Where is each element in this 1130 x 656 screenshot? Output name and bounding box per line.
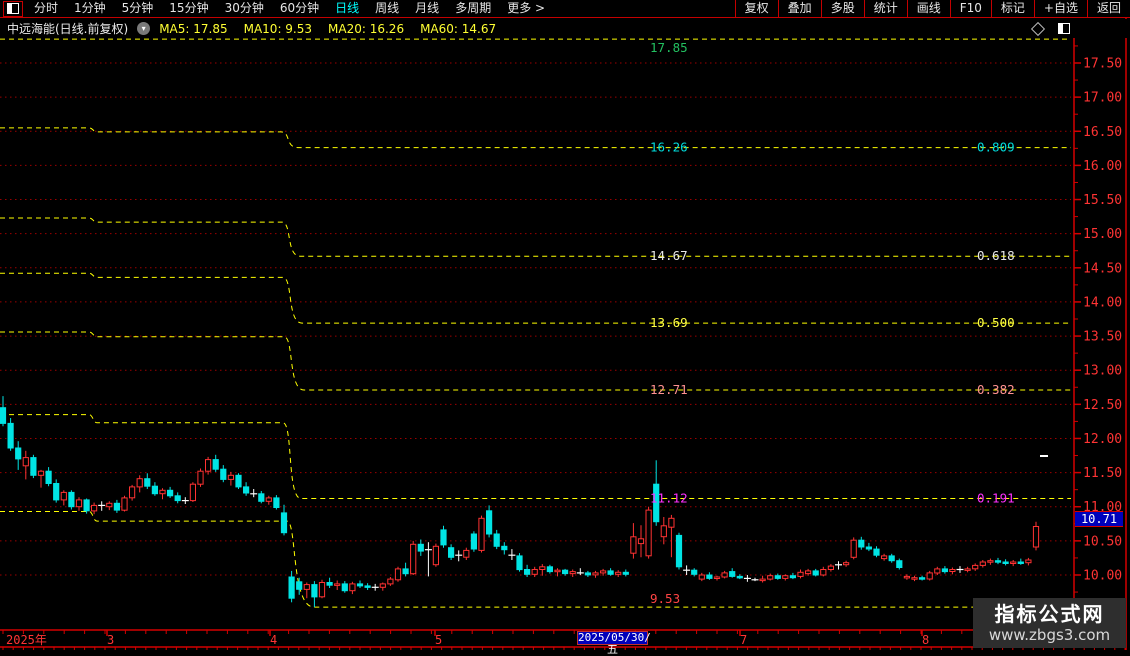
watermark: 指标公式网 www.zbgs3.com (973, 598, 1126, 648)
svg-text:16.50: 16.50 (1083, 125, 1122, 140)
window-layout-button[interactable] (3, 0, 23, 17)
svg-text:12.50: 12.50 (1083, 398, 1122, 413)
svg-text:17.00: 17.00 (1083, 91, 1122, 106)
x-axis-label: 2025年 (6, 633, 47, 647)
tools-menu-item[interactable]: 返回 (1086, 0, 1130, 18)
svg-text:9.53: 9.53 (650, 591, 680, 606)
svg-text:13.00: 13.00 (1083, 364, 1122, 379)
info-bar-icons (1030, 21, 1070, 36)
svg-text:0.809: 0.809 (977, 140, 1015, 155)
svg-text:17.50: 17.50 (1083, 57, 1122, 72)
tools-menu-item[interactable]: 标记 (990, 0, 1034, 18)
ma-value: MA10: 9.53 (243, 21, 313, 36)
period-menu-item[interactable]: 更多 > (499, 0, 553, 17)
svg-text:13.50: 13.50 (1083, 330, 1122, 345)
tools-menu-item[interactable]: F10 (949, 0, 991, 18)
svg-text:16.00: 16.00 (1083, 159, 1122, 174)
svg-text:12.71: 12.71 (650, 382, 688, 397)
svg-text:0.500: 0.500 (977, 315, 1015, 330)
period-menu-item[interactable]: 15分钟 (161, 0, 216, 17)
chevron-down-icon[interactable]: ▾ (137, 22, 151, 35)
svg-text:12.00: 12.00 (1083, 432, 1122, 447)
svg-text:10.00: 10.00 (1083, 568, 1122, 583)
svg-text:16.26: 16.26 (650, 140, 688, 155)
svg-text:14.67: 14.67 (650, 248, 688, 263)
split-square-icon (7, 3, 19, 14)
ma-value: MA20: 16.26 (328, 21, 405, 36)
current-price-badge: 10.71 (1075, 511, 1123, 527)
svg-text:15.50: 15.50 (1083, 193, 1122, 208)
tools-menu-item[interactable]: 画线 (906, 0, 950, 18)
period-menu-item[interactable]: 1分钟 (66, 0, 114, 17)
svg-text:14.00: 14.00 (1083, 295, 1122, 310)
period-menu: 分时 1分钟 5分钟 15分钟 30分钟 60分钟 日线 周线 月线 多周期 更多 > (26, 0, 553, 17)
period-menu-item[interactable]: 日线 (327, 0, 367, 17)
svg-text:0.382: 0.382 (977, 382, 1015, 397)
svg-text:10.50: 10.50 (1083, 534, 1122, 549)
tools-menu: 复权 叠加 多股 统计 画线 F10 标记 +自选 返回 (734, 0, 1130, 18)
tools-menu-item[interactable]: 叠加 (777, 0, 821, 18)
ma-value: MA60: 14.67 (420, 21, 497, 36)
tools-menu-item[interactable]: 多股 (820, 0, 864, 18)
ma-value-list: MA5: 17.85 MA10: 9.53 MA20: 16.26 MA60: 14.… (159, 22, 512, 36)
ma-value: MA5: 17.85 (159, 21, 228, 36)
period-menu-item[interactable]: 多周期 (447, 0, 499, 17)
svg-text:11.12: 11.12 (650, 491, 688, 506)
period-menu-item[interactable]: 60分钟 (272, 0, 327, 17)
tools-menu-item[interactable]: 统计 (863, 0, 907, 18)
price-chart-svg[interactable]: 17.85 16.26 0.809 14.67 0.618 13.69 0.500 12.71… (0, 0, 1130, 650)
tools-menu-item[interactable]: +自选 (1033, 0, 1087, 18)
period-menu-item[interactable]: 30分钟 (217, 0, 272, 17)
diamond-icon[interactable] (1030, 21, 1046, 36)
x-axis-label: 3 (107, 633, 114, 647)
period-menu-item[interactable]: 分时 (26, 0, 66, 17)
svg-text:14.50: 14.50 (1083, 261, 1122, 276)
period-menu-item[interactable]: 月线 (407, 0, 447, 17)
svg-text:0.618: 0.618 (977, 248, 1015, 263)
svg-text:11.50: 11.50 (1083, 466, 1122, 481)
period-menu-item[interactable]: 周线 (367, 0, 407, 17)
watermark-title: 指标公式网 (994, 602, 1105, 626)
tools-menu-item[interactable]: 复权 (734, 0, 778, 18)
period-menu-item[interactable]: 5分钟 (114, 0, 162, 17)
svg-text:15.00: 15.00 (1083, 227, 1122, 242)
svg-text:13.69: 13.69 (650, 315, 688, 330)
svg-text:0.191: 0.191 (977, 491, 1015, 506)
svg-text:17.85: 17.85 (650, 40, 688, 55)
stock-chart-app: { "toolbar": { "left_items": ["分时","1分钟"… (0, 0, 1130, 656)
x-axis-label: 7 (740, 633, 747, 647)
watermark-url: www.zbgs3.com (988, 626, 1111, 644)
x-axis-label: 4 (270, 633, 277, 647)
x-axis-label: 5 (435, 633, 442, 647)
panel-split-icon[interactable] (1058, 23, 1070, 34)
x-axis-label: 8 (922, 633, 929, 647)
info-bar: 中远海能(日线.前复权) ▾ MA5: 17.85 MA10: 9.53 MA20:… (0, 19, 1130, 38)
top-toolbar: 分时 1分钟 5分钟 15分钟 30分钟 60分钟 日线 周线 月线 多周期 更多 > 复权 叠加 多股… (0, 0, 1130, 18)
stock-title: 中远海能(日线.前复权) (7, 22, 129, 36)
selected-date-badge[interactable]: 2025/05/30/五 (577, 631, 651, 656)
